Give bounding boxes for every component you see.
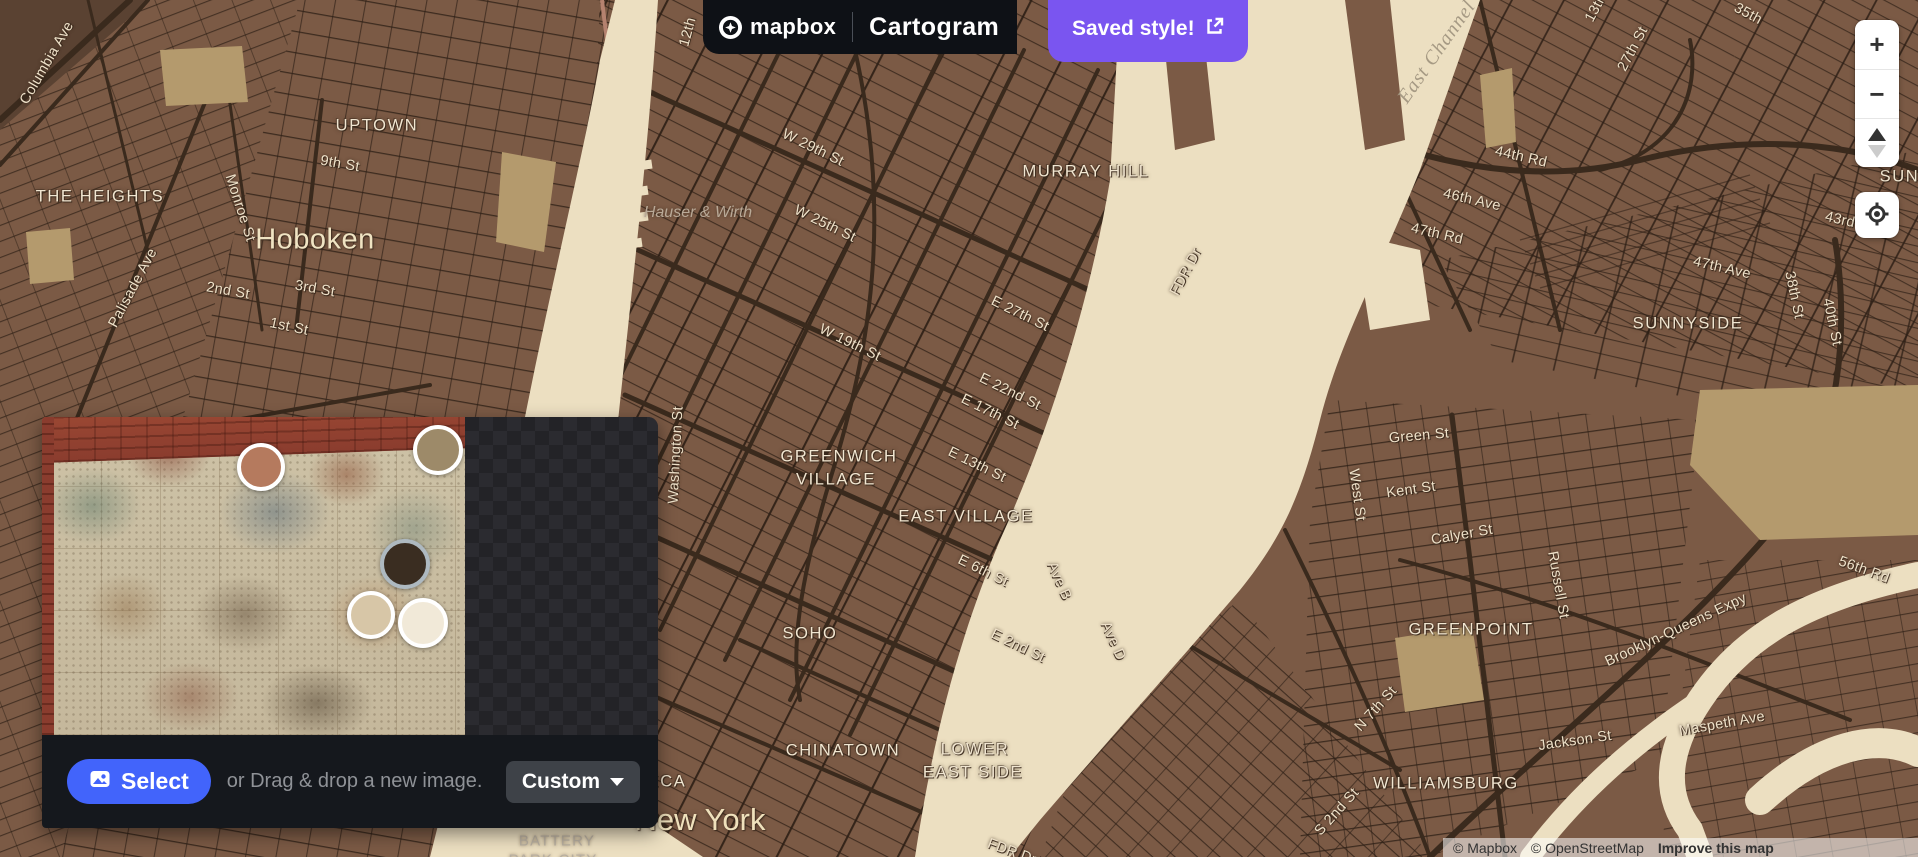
brand-name: mapbox: [750, 14, 837, 39]
mapbox-logo-icon: [719, 15, 742, 39]
improve-map-link[interactable]: Improve this map: [1658, 840, 1774, 856]
geolocate-icon: [1864, 201, 1890, 230]
color-swatch-light-tan[interactable]: [347, 591, 395, 639]
photo-brick-column: [42, 417, 54, 735]
header-brand-pill: mapbox Cartogram: [703, 0, 1018, 54]
transparency-checkerboard: [465, 417, 658, 735]
map-attribution: © Mapbox © OpenStreetMap Improve this ma…: [1443, 838, 1918, 857]
attrib-osm[interactable]: © OpenStreetMap: [1531, 840, 1644, 856]
header-divider: [852, 12, 854, 42]
compass-button[interactable]: [1855, 118, 1899, 167]
zoom-in-button[interactable]: +: [1855, 20, 1899, 69]
zoom-out-button[interactable]: −: [1855, 69, 1899, 118]
cartogram-app: UPTOWN THE HEIGHTS MURRAY HILL GREENWICH VIL…: [0, 0, 1918, 857]
color-swatch-olive[interactable]: [413, 425, 463, 475]
source-image[interactable]: [42, 417, 465, 735]
preset-label: Custom: [521, 769, 600, 793]
select-label: Select: [121, 768, 189, 794]
compass-icon: [1868, 128, 1886, 158]
image-style-panel: Select or Drag & drop a new image. Custo…: [42, 417, 658, 828]
external-link-icon: [1205, 17, 1224, 42]
select-image-button[interactable]: Select: [67, 759, 211, 804]
drag-drop-hint: or Drag & drop a new image.: [226, 770, 483, 792]
color-swatch-dark-brown[interactable]: [380, 539, 430, 589]
saved-style-button[interactable]: Saved style!: [1048, 0, 1248, 62]
attrib-mapbox[interactable]: © Mapbox: [1453, 840, 1517, 856]
minus-icon: −: [1869, 78, 1885, 109]
geolocate-button[interactable]: [1855, 192, 1899, 238]
image-dropzone[interactable]: [42, 417, 658, 735]
app-title: Cartogram: [869, 12, 1000, 41]
plus-icon: +: [1869, 29, 1885, 59]
saved-style-label: Saved style!: [1072, 17, 1195, 40]
image-icon: [89, 768, 111, 796]
chevron-down-icon: [610, 777, 624, 786]
zoom-control-group: + −: [1855, 20, 1899, 167]
preset-dropdown[interactable]: Custom: [505, 760, 640, 803]
color-swatch-cream[interactable]: [398, 598, 448, 648]
color-swatch-terracotta[interactable]: [237, 443, 285, 491]
image-panel-toolbar: Select or Drag & drop a new image. Custo…: [42, 735, 658, 828]
